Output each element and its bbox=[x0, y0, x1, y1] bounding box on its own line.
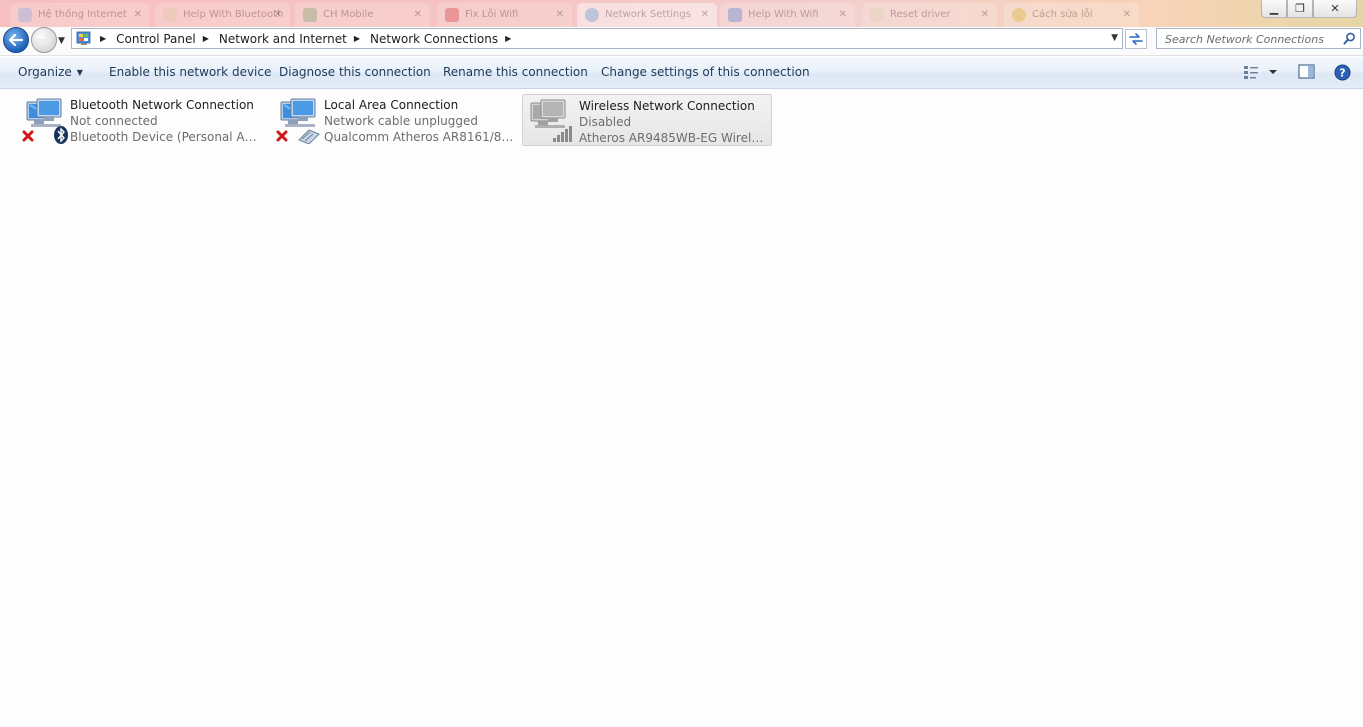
connection-details: Bluetooth Network Connection Not connect… bbox=[70, 97, 260, 145]
connection-name: Bluetooth Network Connection bbox=[70, 98, 254, 112]
connection-status: Not connected bbox=[70, 114, 158, 128]
background-tab: Fix Lỗi Wifi ✕ bbox=[437, 3, 572, 27]
background-tab: Reset driver ✕ bbox=[862, 3, 997, 27]
search-box bbox=[1156, 28, 1361, 49]
forward-arrow-icon bbox=[37, 34, 51, 46]
tab-favicon-icon bbox=[445, 8, 459, 22]
connection-device: Qualcomm Atheros AR8161/8165 ... bbox=[324, 130, 514, 144]
background-tab: Cách sửa lỗi ✕ bbox=[1004, 3, 1139, 27]
restore-button[interactable]: ❐ bbox=[1287, 0, 1313, 18]
change-view-button[interactable] bbox=[1243, 64, 1281, 83]
tab-favicon-icon bbox=[18, 8, 32, 22]
breadcrumb-separator-icon[interactable]: ▶ bbox=[199, 34, 216, 43]
address-history-dropdown-icon[interactable]: ▼ bbox=[1111, 33, 1118, 43]
rename-connection-button[interactable]: Rename this connection bbox=[443, 57, 588, 88]
connections-view: Bluetooth Network Connection Not connect… bbox=[0, 89, 1363, 727]
help-button[interactable]: ? bbox=[1334, 64, 1351, 84]
search-input[interactable] bbox=[1163, 30, 1347, 49]
wireless-network-connection-icon bbox=[530, 99, 572, 142]
tab-favicon-icon bbox=[870, 8, 884, 22]
background-tab: Network Settings ✕ bbox=[577, 3, 717, 27]
refresh-icon bbox=[1129, 33, 1143, 45]
connection-item-local-area[interactable]: Local Area Connection Network cable unpl… bbox=[269, 94, 519, 146]
search-icon[interactable] bbox=[1343, 32, 1356, 45]
preview-pane-button[interactable] bbox=[1298, 64, 1315, 82]
minimize-button[interactable]: ▁ bbox=[1261, 0, 1287, 18]
control-panel-icon bbox=[76, 31, 91, 45]
breadcrumb-separator-icon[interactable]: ▶ bbox=[350, 34, 367, 43]
background-tab: Help With Bluetooth ✕ bbox=[155, 3, 290, 27]
breadcrumb-root-arrow-icon[interactable]: ▶ bbox=[96, 34, 113, 43]
background-browser-strip: Hệ thống Internet ✕ Help With Bluetooth ✕ … bbox=[0, 0, 1363, 28]
enable-network-device-button[interactable]: Enable this network device bbox=[109, 57, 271, 88]
connection-status: Network cable unplugged bbox=[324, 114, 479, 128]
back-button[interactable] bbox=[3, 27, 29, 53]
connection-device: Bluetooth Device (Personal Area ... bbox=[70, 130, 260, 144]
background-tab: Hệ thống Internet ✕ bbox=[10, 3, 150, 27]
minimize-icon: ▁ bbox=[1269, 2, 1279, 15]
tab-favicon-icon bbox=[585, 8, 599, 22]
address-bar[interactable]: ▶ Control Panel ▶ Network and Internet ▶… bbox=[71, 28, 1123, 49]
local-area-connection-icon bbox=[276, 98, 320, 144]
restore-icon: ❐ bbox=[1295, 2, 1305, 15]
change-settings-button[interactable]: Change settings of this connection bbox=[601, 57, 810, 88]
connection-device: Atheros AR9485WB-EG Wireless N... bbox=[579, 131, 769, 145]
breadcrumb: ▶ Control Panel ▶ Network and Internet ▶… bbox=[96, 29, 518, 48]
forward-button[interactable] bbox=[31, 27, 57, 53]
help-icon: ? bbox=[1334, 64, 1351, 81]
refresh-button[interactable] bbox=[1125, 29, 1147, 49]
back-arrow-icon bbox=[9, 34, 23, 46]
breadcrumb-separator-icon[interactable]: ▶ bbox=[501, 34, 518, 43]
background-tab: CH Mobile ✕ bbox=[295, 3, 430, 27]
diagnose-connection-button[interactable]: Diagnose this connection bbox=[279, 57, 431, 88]
tab-favicon-icon bbox=[728, 8, 742, 22]
organize-menu-button[interactable]: Organize ▼ bbox=[18, 57, 83, 88]
breadcrumb-network-connections[interactable]: Network Connections bbox=[367, 32, 501, 46]
close-icon: ✕ bbox=[1330, 2, 1340, 15]
tab-favicon-icon bbox=[163, 8, 177, 22]
breadcrumb-control-panel[interactable]: Control Panel bbox=[113, 32, 199, 46]
chevron-down-icon: ▼ bbox=[76, 68, 83, 77]
connection-item-wireless[interactable]: Wireless Network Connection Disabled Ath… bbox=[522, 94, 772, 146]
connection-item-bluetooth[interactable]: Bluetooth Network Connection Not connect… bbox=[15, 94, 265, 146]
connection-name: Local Area Connection bbox=[324, 98, 459, 112]
connection-details: Wireless Network Connection Disabled Ath… bbox=[579, 98, 769, 146]
connection-details: Local Area Connection Network cable unpl… bbox=[324, 97, 514, 145]
background-tab: Help With Wifi ✕ bbox=[720, 3, 855, 27]
window-caption-buttons: ▁ ❐ ✕ bbox=[1261, 0, 1357, 18]
tab-favicon-icon bbox=[303, 8, 317, 22]
svg-text:?: ? bbox=[1339, 67, 1345, 80]
preview-pane-icon bbox=[1298, 64, 1315, 79]
bluetooth-network-connection-icon bbox=[22, 98, 68, 144]
organize-label: Organize bbox=[18, 65, 72, 79]
connection-name: Wireless Network Connection bbox=[579, 99, 755, 113]
navigation-bar: ▼ ▶ Control Panel ▶ Network and Internet… bbox=[0, 27, 1363, 56]
view-options-icon bbox=[1244, 66, 1277, 79]
tab-favicon-icon bbox=[1012, 8, 1026, 22]
command-bar: Organize ▼ Enable this network device Dia… bbox=[0, 57, 1363, 89]
close-button[interactable]: ✕ bbox=[1313, 0, 1357, 18]
breadcrumb-network-and-internet[interactable]: Network and Internet bbox=[216, 32, 350, 46]
recent-pages-dropdown-icon[interactable]: ▼ bbox=[58, 36, 65, 46]
connection-status: Disabled bbox=[579, 115, 632, 129]
